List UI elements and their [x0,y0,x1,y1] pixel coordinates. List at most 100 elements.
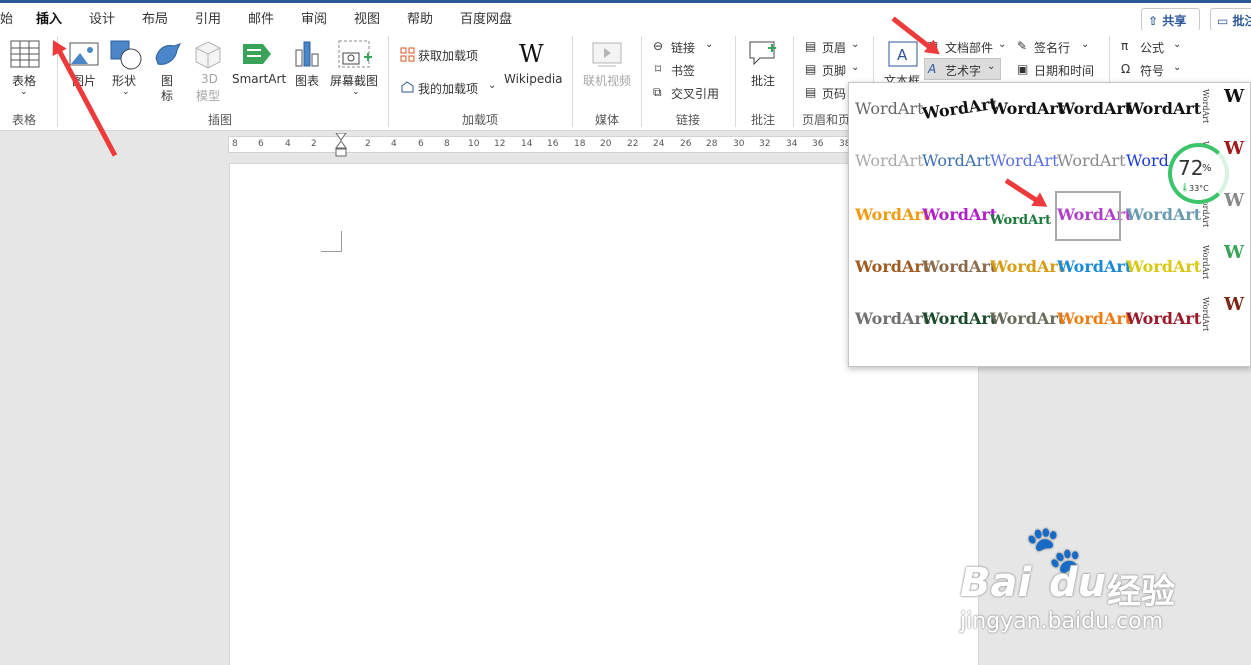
tab-references[interactable]: 引用 [195,8,221,27]
watermark-brand-2: du [1049,560,1107,606]
signature-label: 签名行 [1034,41,1071,55]
watermark-url: jingyan.baidu.com [960,609,1164,634]
wordart-style-option[interactable]: WordArt [855,309,930,329]
wordart-w-option[interactable]: W [1224,139,1244,159]
comment-icon: ▭ [1217,14,1229,28]
performance-widget[interactable]: 72 % 🌡 33°C [1168,143,1229,204]
wordart-button[interactable]: A 艺术字 ⌄ [924,58,1001,80]
comment-icon [749,41,776,66]
ruler-number: 2 [311,139,317,149]
bookmark-icon: ⌑ [655,62,662,76]
3d-model-label-line2: 模型 [196,89,221,103]
wordart-w-option[interactable]: W [1224,191,1244,211]
wordart-vertical-option[interactable]: WordArt [1201,89,1210,123]
chevron-down-icon: ⌄ [1081,39,1090,50]
indent-marker[interactable] [335,132,347,157]
wordart-style-option[interactable]: WordArt [990,211,1051,231]
divider [735,36,736,127]
share-icon: ⇧ [1148,14,1159,28]
wordart-style-option[interactable]: WordArt [922,257,997,277]
page-number-icon: ▤ [805,85,817,99]
ruler-number: 2 [365,139,371,149]
addin-icon [401,81,414,93]
wordart-style-option[interactable]: WordArt [855,99,924,119]
wordart-style-option[interactable]: WordArt [990,309,1065,329]
ruler-number: 8 [444,139,450,149]
ruler-number: 28 [706,139,718,149]
wordart-style-option[interactable]: WordArt [855,151,924,171]
wordart-style-option[interactable]: WordArt [1126,99,1201,119]
chart-label: 图表 [295,74,320,88]
tab-design[interactable]: 设计 [89,8,115,27]
wordart-vertical-option[interactable]: WordArt [1201,297,1210,331]
chevron-down-icon: ⌄ [987,61,996,72]
my-addins-label: 我的加载项 [418,82,479,96]
tab-baidu-netdisk[interactable]: 百度网盘 [460,8,512,27]
tab-start[interactable]: 始 [0,8,13,27]
wordart-style-option[interactable]: WordArt [1057,151,1126,171]
wordart-style-option[interactable]: WordArt [1057,99,1132,119]
widget-percent: 72 [1178,156,1204,180]
wordart-vertical-option[interactable]: WordArt [1201,245,1210,279]
calendar-icon: ▣ [1017,62,1029,76]
group-addins: 加载项 [462,113,499,127]
share-button[interactable]: ⇧ 共享 [1141,8,1200,31]
wordart-style-option[interactable]: WordArt [855,257,930,277]
bird-icon [155,43,181,65]
wordart-w-option[interactable]: W [1224,87,1244,107]
wordart-style-option[interactable]: WordArt [922,151,991,171]
divider [388,36,389,127]
share-label: 共享 [1162,14,1187,28]
online-video-label: 联机视频 [583,74,632,88]
wordart-w-option[interactable]: W [1224,295,1244,315]
tab-layout[interactable]: 布局 [142,8,168,27]
tab-mailings[interactable]: 邮件 [248,8,274,27]
ruler-number: 14 [521,139,533,149]
chevron-down-icon: ⌄ [998,39,1007,50]
page-number-label: 页码 [822,87,847,101]
camera-icon [338,40,372,68]
wordart-style-option[interactable]: WordArt [1057,309,1132,329]
group-tables: 表格 [12,113,37,127]
tab-view[interactable]: 视图 [354,8,380,27]
wordart-style-option[interactable]: WordArt [990,99,1065,119]
wordart-style-option[interactable]: WordArt [990,257,1065,277]
ruler-number: 6 [418,139,424,149]
wordart-style-option[interactable]: WordArt [1126,257,1201,277]
pi-icon: π [1121,39,1129,53]
wordart-style-option[interactable]: WordArt [855,205,930,225]
wordart-style-option[interactable]: WordArt [990,151,1059,171]
cross-reference-label: 交叉引用 [671,87,720,101]
wordart-style-option[interactable]: WordArt [1057,257,1132,277]
ruler-number: 30 [733,139,745,149]
wordart-style-option[interactable]: WordArt [921,94,998,124]
ruler-number: 20 [600,139,612,149]
widget-temperature: 33°C [1189,184,1209,193]
ruler-number: 10 [468,139,480,149]
ruler-number: 4 [285,139,291,149]
group-links: 链接 [676,113,701,127]
ruler-number: 18 [574,139,586,149]
tab-review[interactable]: 审阅 [301,8,327,27]
ruler-number: 8 [232,139,238,149]
wordart-style-option[interactable]: WordArt [922,205,997,225]
tab-insert[interactable]: 插入 [36,8,63,32]
wordart-style-option[interactable]: WordArt [1126,309,1201,329]
bar-chart-icon [295,41,319,67]
3d-model-label-line1: 3D [201,72,218,86]
tab-help[interactable]: 帮助 [407,8,433,27]
wordart-w-option[interactable]: W [1224,243,1244,263]
ruler-number: 34 [786,139,798,149]
wordart-style-option[interactable]: WordArt [1126,205,1201,225]
wordart-style-option[interactable]: WordArt [922,309,997,329]
shapes-icon [110,40,142,70]
wordart-gallery[interactable]: WordArt WordArt WordArt WordArt WordArt WordA… [848,82,1251,367]
table-icon [10,40,40,68]
ruler-number: 16 [547,139,559,149]
chevron-down-icon: ⌄ [20,87,28,97]
divider [793,36,794,127]
divider [572,36,573,127]
watermark-brand: Bai [960,560,1032,606]
footer-label: 页脚 [822,64,847,78]
comments-button[interactable]: ▭ 批注 [1210,8,1251,31]
